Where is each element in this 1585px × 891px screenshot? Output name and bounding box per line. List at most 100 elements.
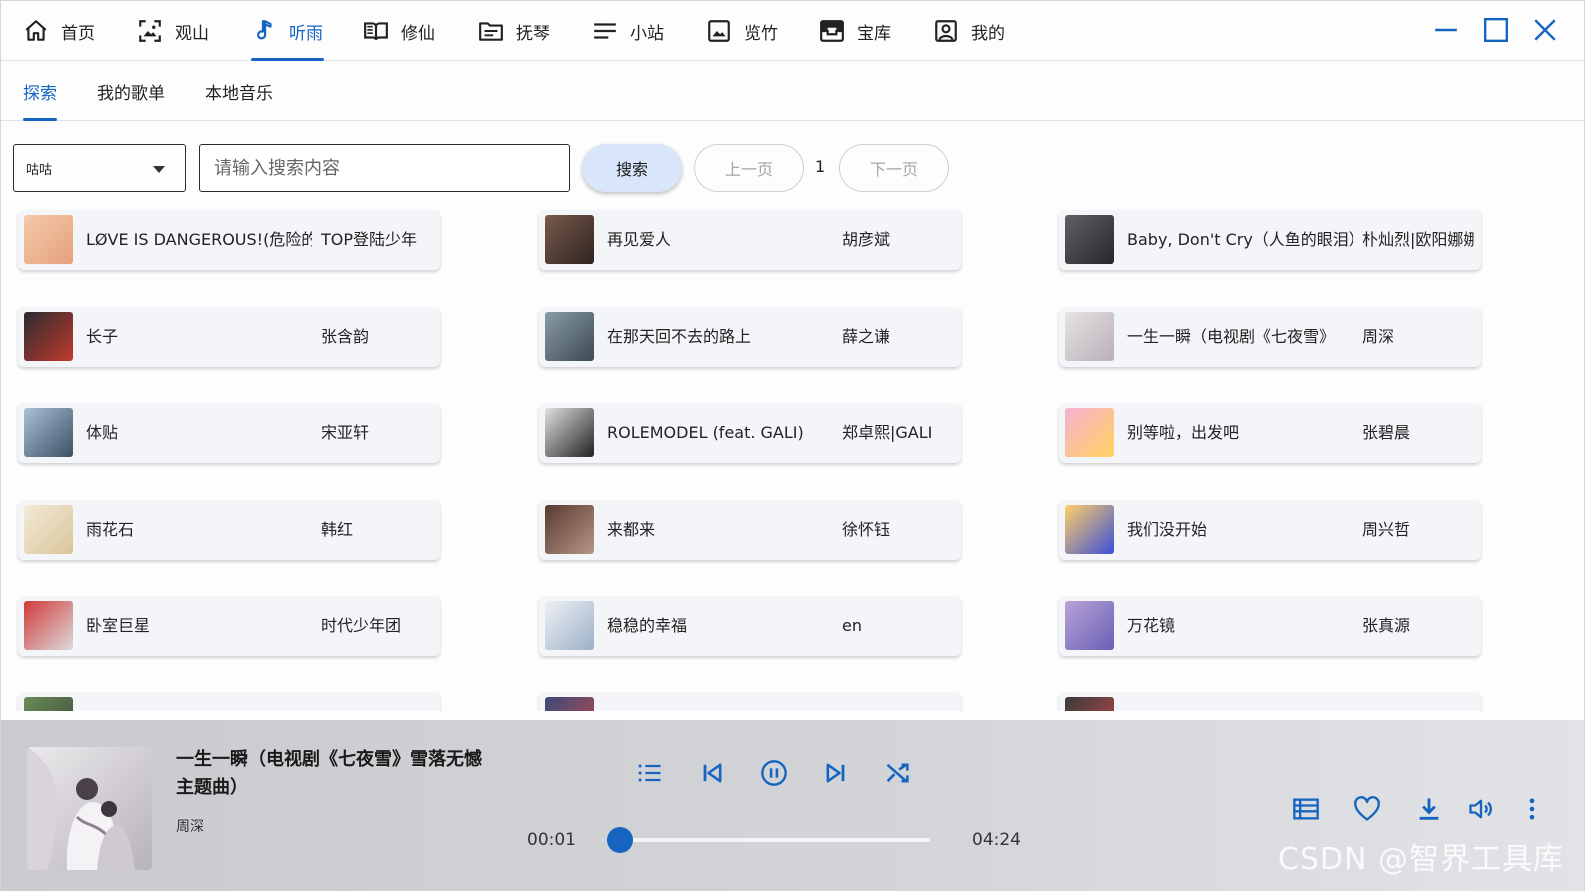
song-artist: 朴灿烈|欧阳娜娜 (1362, 230, 1474, 249)
progress-slider[interactable] (607, 827, 930, 853)
song-card[interactable] (1059, 692, 1481, 711)
song-title (1127, 692, 1353, 711)
picture-icon (708, 20, 730, 42)
song-title: ROLEMODEL (feat. GALI) (607, 423, 804, 442)
shuffle-button[interactable] (883, 758, 913, 788)
nav-item-baoku[interactable]: 宝库 (819, 1, 891, 61)
next-track-button[interactable] (821, 758, 851, 788)
song-title: 在那天回不去的路上 (607, 327, 752, 346)
song-card[interactable]: 别等啦，出发吧 张碧晨 (1059, 403, 1481, 463)
song-title: 万花镜 (1127, 616, 1176, 635)
music-note-icon (257, 20, 272, 40)
song-card[interactable] (18, 692, 440, 711)
now-playing-artist: 周深 (176, 819, 204, 835)
song-card[interactable]: Baby, Don't Cry（人鱼的眼泪） 朴灿烈|欧阳娜娜 (1059, 210, 1481, 270)
nav-label: 修仙 (401, 23, 435, 44)
nav-label: 宝库 (857, 23, 891, 44)
song-cover-image (1065, 408, 1114, 457)
song-card[interactable]: 稳稳的幸福 en (539, 596, 961, 656)
top-navigation: 首页 观山 听雨 修仙 抚琴 小站 览竹 宝库 我的 (1, 1, 1584, 61)
shuffle-icon (886, 763, 909, 783)
song-cover-image (545, 601, 594, 650)
previous-track-button[interactable] (697, 758, 727, 788)
song-cover-image (1065, 601, 1114, 650)
more-options-button[interactable] (1517, 794, 1547, 824)
nav-item-home[interactable]: 首页 (23, 1, 95, 61)
nav-item-guanshan[interactable]: 观山 (137, 1, 209, 61)
song-grid: LØVE IS DANGEROUS!(危险的爱) TOP登陆少年 再见爱人 胡彦斌 Ba… (1, 201, 1584, 711)
volume-icon (1469, 799, 1492, 819)
song-cover-image (1065, 505, 1114, 554)
song-artist: 郑卓熙|GALI (842, 423, 933, 442)
song-artist (842, 692, 954, 711)
nav-item-wode[interactable]: 我的 (933, 1, 1005, 61)
song-card[interactable]: ROLEMODEL (feat. GALI) 郑卓熙|GALI (539, 403, 961, 463)
song-title: 长子 (86, 327, 119, 346)
song-card[interactable]: 再见爱人 胡彦斌 (539, 210, 961, 270)
nav-label: 观山 (175, 23, 209, 44)
song-artist (1362, 692, 1474, 711)
maximize-button[interactable] (1481, 15, 1511, 45)
nav-item-xiuxian[interactable]: 修仙 (363, 1, 435, 61)
menu-lines-icon (594, 23, 616, 39)
tab-my-playlists[interactable]: 我的歌单 (97, 61, 165, 121)
tab-local-music[interactable]: 本地音乐 (205, 61, 273, 121)
next-page-button[interactable]: 下一页 (839, 144, 949, 192)
progress-knob[interactable] (607, 827, 634, 853)
song-artist: TOP登陆少年 (321, 230, 418, 249)
song-cover-image (545, 312, 594, 361)
song-artist: en (842, 616, 862, 635)
song-title: 一生一瞬（电视剧《七夜雪》 (1127, 327, 1336, 346)
song-card[interactable]: 雨花石 韩红 (18, 500, 440, 560)
nav-item-tingyu[interactable]: 听雨 (251, 1, 324, 61)
song-title (607, 692, 833, 711)
song-card[interactable]: 万花镜 张真源 (1059, 596, 1481, 656)
source-select-value: 咕咕 (26, 162, 53, 178)
song-card[interactable]: LØVE IS DANGEROUS!(危险的爱) TOP登陆少年 (18, 210, 440, 270)
song-card[interactable]: 我们没开始 周兴哲 (1059, 500, 1481, 560)
song-cover-image (545, 697, 594, 711)
song-artist: 时代少年团 (321, 616, 402, 635)
nav-item-lanzhu[interactable]: 览竹 (706, 1, 778, 61)
queue-button[interactable] (1291, 794, 1321, 824)
sub-tabs: 探索 我的歌单 本地音乐 (1, 61, 1584, 121)
nav-label: 听雨 (289, 23, 323, 44)
user-portrait-icon (935, 20, 957, 42)
search-button[interactable]: 搜索 (582, 144, 682, 192)
song-card[interactable]: 来都来 徐怀钰 (539, 500, 961, 560)
song-title: LØVE IS DANGEROUS!(危险的爱) (86, 230, 312, 249)
heart-icon (1354, 796, 1380, 821)
search-input[interactable] (199, 144, 570, 192)
now-playing-cover[interactable] (27, 747, 152, 870)
now-playing-title: 一生一瞬（电视剧《七夜雪》雪落无憾主题曲） (176, 749, 482, 798)
playlist-button[interactable] (635, 758, 665, 788)
nav-label: 首页 (61, 23, 95, 44)
archive-box-icon (820, 20, 844, 42)
song-card[interactable]: 在那天回不去的路上 薛之谦 (539, 307, 961, 367)
nav-item-fuqin[interactable]: 抚琴 (478, 1, 550, 61)
download-button[interactable] (1414, 794, 1444, 824)
source-select[interactable]: 咕咕 (13, 144, 186, 192)
nav-item-xiaozhan[interactable]: 小站 (592, 1, 664, 61)
song-title: 雨花石 (86, 520, 135, 539)
favorite-button[interactable] (1352, 794, 1382, 824)
song-card[interactable]: 长子 张含韵 (18, 307, 440, 367)
song-card[interactable]: 体贴 宋亚轩 (18, 403, 440, 463)
song-card[interactable]: 一生一瞬（电视剧《七夜雪》 周深 (1059, 307, 1481, 367)
pause-button[interactable] (759, 758, 789, 788)
song-card[interactable] (539, 692, 961, 711)
song-cover-image (24, 601, 73, 650)
song-cover-image (24, 505, 73, 554)
close-button[interactable] (1530, 15, 1560, 45)
minimize-icon (1435, 28, 1457, 32)
prev-page-button[interactable]: 上一页 (694, 144, 804, 192)
song-card[interactable]: 卧室巨星 时代少年团 (18, 596, 440, 656)
song-cover-image (24, 697, 73, 711)
song-artist: 薛之谦 (842, 327, 891, 346)
tab-explore[interactable]: 探索 (23, 61, 57, 121)
maximize-icon (1483, 17, 1509, 43)
volume-button[interactable] (1466, 794, 1496, 824)
minimize-button[interactable] (1431, 15, 1461, 45)
total-time: 04:24 (972, 830, 1021, 850)
song-artist: 张含韵 (321, 327, 370, 346)
